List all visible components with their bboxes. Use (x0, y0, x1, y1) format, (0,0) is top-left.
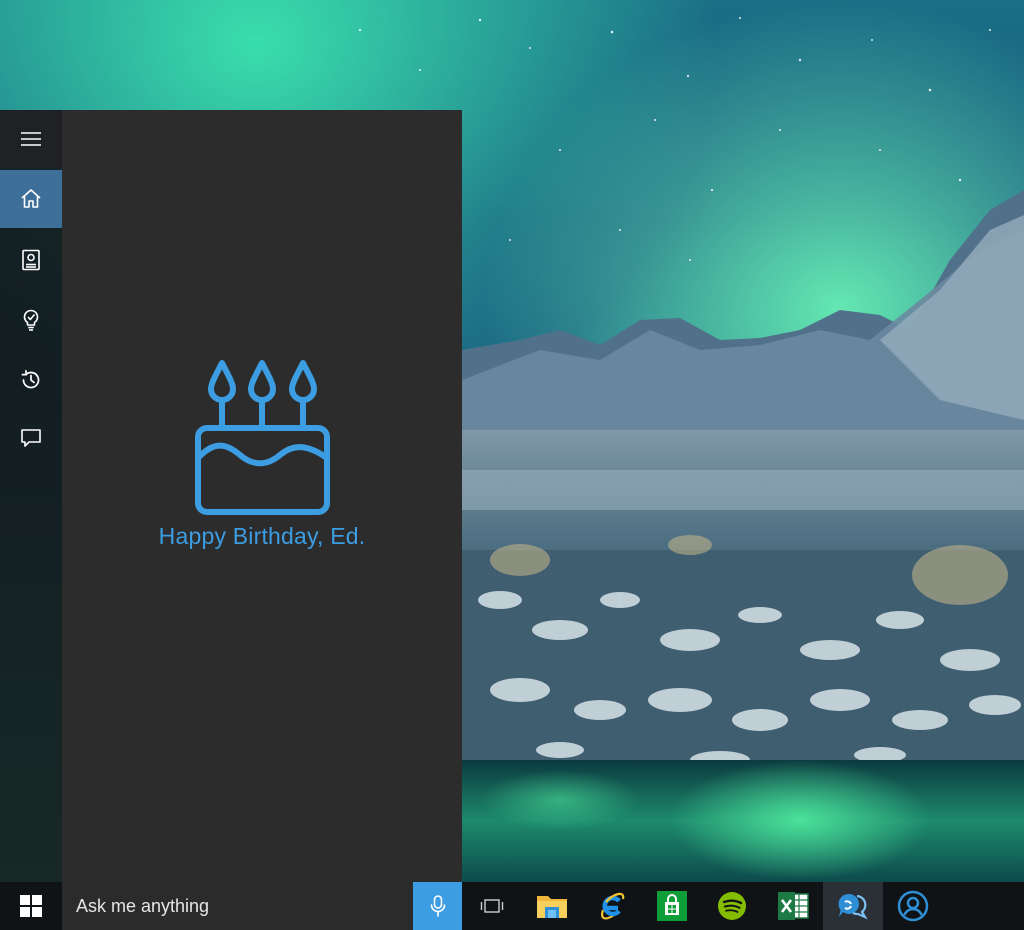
people-icon (897, 890, 929, 922)
cortana-nav-rail (0, 110, 62, 882)
feedback-icon (21, 429, 41, 447)
file-explorer-button[interactable] (522, 882, 582, 930)
microphone-button[interactable] (413, 882, 462, 930)
store-icon (657, 891, 687, 921)
spotify-icon (718, 892, 746, 920)
task-view-icon (480, 899, 504, 913)
history-icon (21, 369, 40, 389)
hamburger-menu-button[interactable] (0, 110, 62, 168)
excel-icon (778, 892, 809, 920)
nav-reminders-button[interactable] (0, 291, 62, 349)
cortana-search-box (62, 882, 413, 930)
notebook-icon (22, 249, 40, 271)
internet-explorer-button[interactable] (582, 882, 642, 930)
nav-feedback-button[interactable] (0, 409, 62, 467)
windows-logo-icon (20, 895, 42, 917)
file-explorer-icon (537, 896, 567, 918)
taskbar (0, 882, 1024, 930)
task-view-button[interactable] (462, 882, 522, 930)
cortana-panel: Happy Birthday, Ed. (0, 110, 462, 882)
skype-icon (838, 893, 868, 920)
home-icon (21, 189, 41, 208)
start-button[interactable] (0, 882, 62, 930)
internet-explorer-icon (601, 892, 625, 920)
nav-history-button[interactable] (0, 351, 62, 409)
search-input[interactable] (76, 882, 406, 930)
spotify-button[interactable] (702, 882, 762, 930)
cortana-content: Happy Birthday, Ed. (62, 110, 462, 882)
store-button[interactable] (642, 882, 702, 930)
nav-home-button[interactable] (0, 170, 62, 228)
people-button[interactable] (883, 882, 943, 930)
lightbulb-reminders-icon (23, 309, 39, 331)
excel-button[interactable] (763, 882, 823, 930)
birthday-greeting: Happy Birthday, Ed. (158, 523, 366, 549)
nav-notebook-button[interactable] (0, 231, 62, 289)
microphone-icon (430, 895, 445, 917)
hamburger-menu-icon (21, 132, 41, 146)
birthday-cake-icon (195, 360, 330, 515)
skype-button[interactable] (823, 882, 883, 930)
